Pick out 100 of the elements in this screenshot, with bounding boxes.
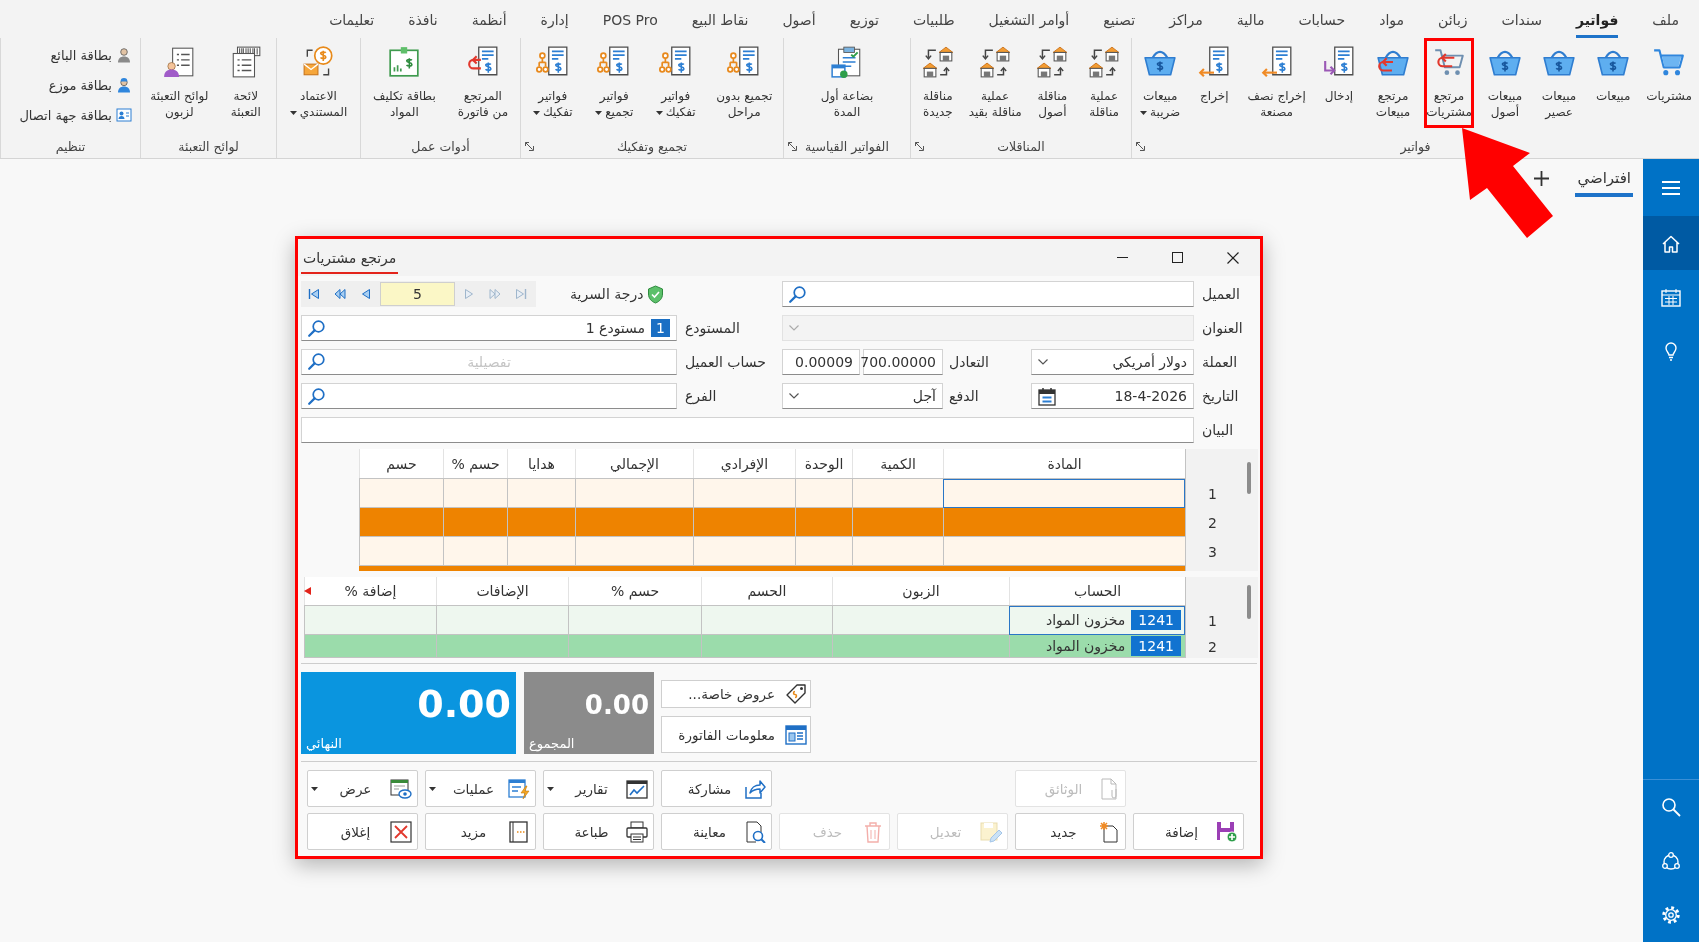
ribbon-button[interactable]: بطاقة البائع	[50, 43, 132, 67]
menu-tab[interactable]: مواد	[1379, 8, 1405, 38]
ribbon-button[interactable]: مبيعات ضريبة	[1137, 38, 1184, 128]
floppy-pencil-icon	[980, 820, 1002, 843]
ribbon-button[interactable]: فواتير تفكيك	[652, 38, 699, 128]
print-button[interactable]: طباعة	[543, 813, 654, 850]
dots-panel-icon	[508, 820, 530, 843]
rate-field[interactable]: 700.00000	[863, 349, 943, 375]
ribbon-button[interactable]: بطاقة جهة اتصال	[19, 103, 132, 127]
menu-tab[interactable]: توزيع	[849, 8, 879, 38]
invoice-info-button[interactable]: معلومات الفاتورة	[661, 716, 811, 753]
ribbon-button[interactable]: المرتجع من فاتورة	[455, 38, 511, 128]
preview-button[interactable]: معاينة	[661, 813, 772, 850]
search-icon	[1661, 797, 1681, 817]
column-header: الإفرادي	[693, 449, 795, 478]
chevron-down-icon	[789, 393, 799, 399]
customer-field[interactable]	[782, 281, 1194, 307]
menu-tab[interactable]: نافذة	[408, 8, 438, 38]
offers-button[interactable]: عروض خاصة...	[661, 680, 811, 708]
ribbon-button[interactable]: فواتير تجميع	[591, 38, 638, 128]
ribbon-button[interactable]: عملية مناقلة	[1081, 38, 1128, 128]
share-button[interactable]: مشاركة	[661, 770, 772, 807]
menu-tab[interactable]: سندات	[1501, 8, 1542, 38]
menu-tab[interactable]: مالية	[1236, 8, 1265, 38]
money-chart-icon	[387, 45, 422, 79]
menu-tab[interactable]: أوامر التشغيل	[988, 8, 1070, 38]
person-icon	[116, 47, 132, 63]
ribbon-button[interactable]: الاعتماد المستندي	[287, 38, 350, 128]
field-label: التعادل	[949, 354, 989, 370]
scrollbar[interactable]	[1246, 462, 1251, 494]
caret-icon	[429, 786, 436, 791]
menu-tab[interactable]: مراكز	[1169, 8, 1203, 38]
right-triangle-icon	[463, 288, 475, 300]
network-icon	[1661, 851, 1681, 871]
menu-tab[interactable]: أنظمة	[471, 8, 507, 38]
menu-tab[interactable]: حسابات	[1298, 8, 1346, 38]
printer-icon	[626, 820, 648, 843]
ribbon-button[interactable]: فواتير تفكيك	[529, 38, 576, 128]
menu-tab[interactable]: أصول	[782, 8, 816, 38]
grid-cell[interactable]	[701, 635, 832, 658]
calendar-icon	[1038, 386, 1056, 406]
branch-field[interactable]	[301, 383, 677, 409]
menu-tab[interactable]: تعليمات	[329, 8, 375, 38]
menu-tab[interactable]: نقاط البيع	[691, 8, 749, 38]
currency-dropdown[interactable]: دولار أمريكي	[1031, 349, 1194, 375]
grid-cell[interactable]	[832, 635, 1009, 658]
ribbon-button[interactable]: تجميع بدون مراحل	[714, 38, 775, 128]
home-button[interactable]	[1643, 216, 1699, 270]
document-clip-icon	[1098, 777, 1120, 800]
more-button[interactable]: مزيد	[425, 813, 536, 850]
grid-cell[interactable]	[304, 635, 436, 658]
account-field[interactable]: تفصيلية	[301, 349, 677, 375]
ribbon-button[interactable]: مناقلة أصول	[1029, 38, 1076, 128]
payment-dropdown[interactable]: آجل	[782, 383, 943, 409]
view-button[interactable]: عرض	[307, 770, 418, 807]
warehouse-transfer-icon	[920, 45, 955, 79]
ribbon-button[interactable]: بطاقة تكليف المواد	[370, 38, 438, 128]
date-field[interactable]: 18-4-2026	[1031, 383, 1194, 409]
new-button[interactable]: جديد	[1015, 813, 1126, 850]
menu-tab[interactable]: زبائن	[1438, 8, 1468, 38]
double-right-icon	[489, 288, 501, 300]
statement-field[interactable]	[301, 417, 1194, 443]
add-button[interactable]: إضافة	[1133, 813, 1244, 850]
menu-tab[interactable]: طلبيات	[912, 8, 955, 38]
ribbon-button[interactable]: لائحة التعبئة	[222, 38, 269, 128]
close-button[interactable]: إغلاق	[307, 813, 418, 850]
ribbon-button[interactable]: مبيعات عصير	[1536, 38, 1583, 128]
ribbon-button[interactable]: بضاعة أول المدة	[818, 38, 876, 128]
operations-button[interactable]: عمليات	[425, 770, 536, 807]
caret-icon	[655, 110, 663, 115]
ribbon-button[interactable]: بطاقة موزع	[48, 73, 132, 97]
grid-cell[interactable]	[568, 635, 701, 658]
search-icon	[789, 285, 806, 303]
workspace-tab[interactable]: افتراضي	[1575, 163, 1633, 197]
ribbon-button[interactable]: إدخال	[1315, 38, 1362, 128]
ribbon-button[interactable]: إخراج	[1191, 38, 1238, 128]
warehouse-transfer-icon	[978, 45, 1013, 79]
ribbon-button[interactable]: مناقلة جديدة	[914, 38, 961, 128]
column-header: الإجمالي	[575, 449, 693, 478]
ribbon-button[interactable]: لوائح التعبئة لزبون	[148, 38, 211, 128]
ribbon-button[interactable]: إخراج نصف مصنعة	[1245, 38, 1308, 128]
ribbon-button[interactable]: مبيعات أصول	[1481, 38, 1528, 128]
ribbon-button[interactable]: مشتريات	[1644, 38, 1694, 128]
ribbon-button[interactable]: عملية مناقلة بقيد	[966, 38, 1024, 128]
grid-cell[interactable]	[436, 635, 568, 658]
menu-tab[interactable]: POS Pro	[602, 8, 658, 38]
chart-icon	[626, 777, 648, 800]
grid-cell[interactable]	[943, 479, 1185, 508]
menu-tab[interactable]: إدارة	[540, 8, 569, 38]
ribbon-button[interactable]: مرتجع مشتريات	[1424, 38, 1474, 128]
rate-field[interactable]: 0.00009	[782, 349, 860, 375]
reports-button[interactable]: تقارير	[543, 770, 654, 807]
ribbon-button[interactable]: مبيعات	[1590, 38, 1637, 128]
menu-tab[interactable]: ملف	[1652, 8, 1679, 38]
field-label: العنوان	[1202, 320, 1243, 336]
menu-tab[interactable]: تصنيع	[1103, 8, 1136, 38]
scrollbar[interactable]	[1246, 585, 1251, 619]
column-header: الوحدة	[795, 449, 852, 478]
page-field[interactable]: 5	[380, 282, 455, 306]
ribbon-button[interactable]: مرتجع مبيعات	[1370, 38, 1417, 128]
